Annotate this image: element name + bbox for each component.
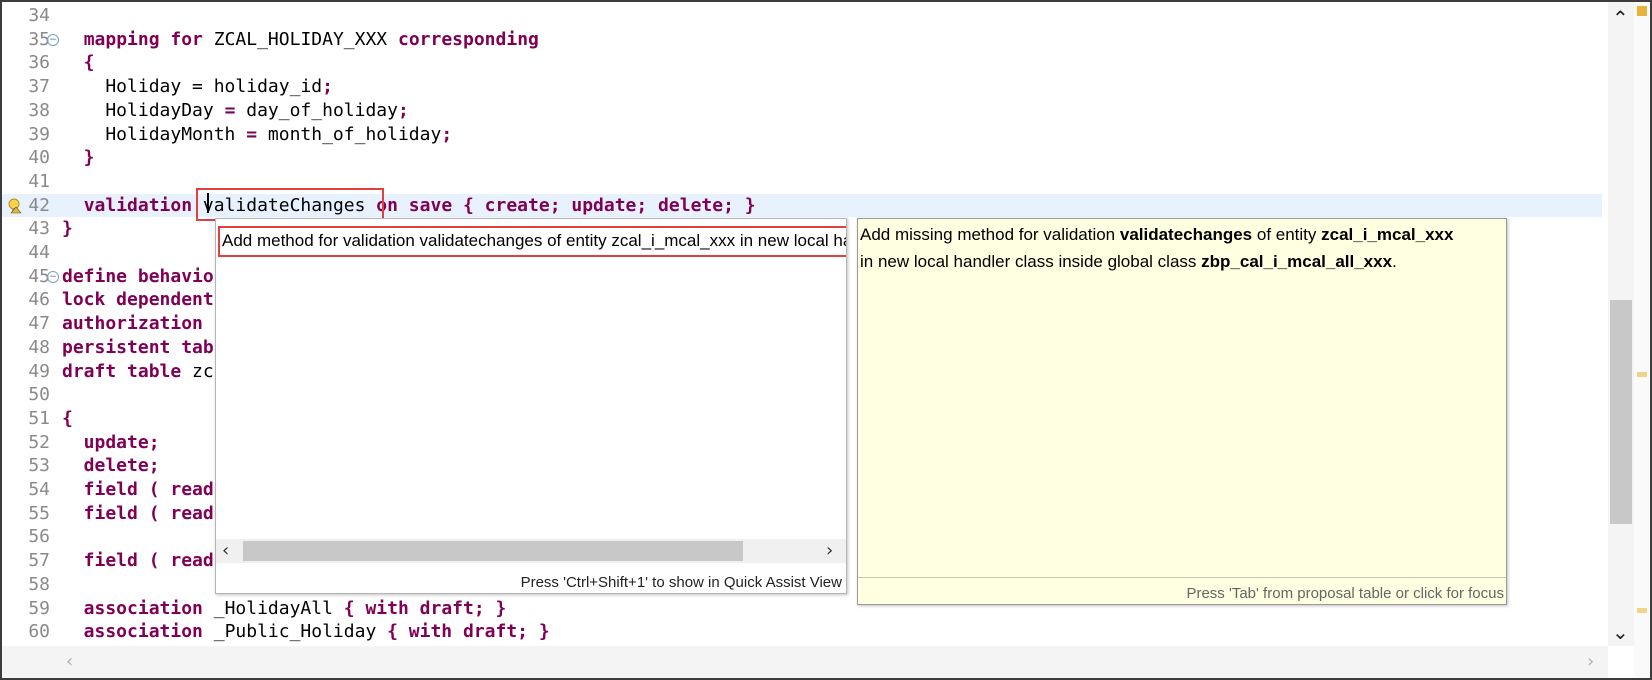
quick-fix-lightbulb-icon[interactable] — [8, 198, 22, 213]
line-number: 56 — [28, 526, 50, 548]
scroll-right-icon[interactable]: › — [826, 539, 833, 563]
proposal-info-popup[interactable]: Add missing method for validation valida… — [857, 218, 1507, 605]
code-line[interactable]: 40 } — [2, 146, 1602, 170]
line-number: 34 — [28, 5, 50, 26]
line-number: 50 — [28, 384, 50, 406]
proposals-horizontal-scrollbar[interactable]: ‹ › — [216, 539, 846, 563]
proposal-add-method[interactable]: Add method for validation validatechange… — [218, 226, 846, 257]
line-code: HolidayMonth = month_of_holiday; — [62, 123, 453, 145]
line-number: 47 — [28, 313, 50, 335]
fold-collapse-icon[interactable]: − — [47, 33, 59, 46]
line-number: 45 — [28, 265, 50, 287]
line-code: draft table zc — [62, 360, 214, 382]
line-number: 40 — [28, 147, 50, 169]
overview-mark[interactable] — [1637, 608, 1647, 613]
line-code: { — [62, 52, 95, 74]
abap-editor: 34 35− mapping for ZCAL_HOLIDAY_XXX corre… — [0, 0, 1652, 680]
line-code: persistent tab — [62, 336, 214, 358]
line-number: 43 — [28, 218, 50, 240]
line-code: } — [62, 147, 95, 169]
horizontal-scrollbar[interactable] — [60, 646, 1608, 678]
code-line[interactable]: 39 HolidayMonth = month_of_holiday; — [2, 123, 1602, 147]
line-code: mapping for ZCAL_HOLIDAY_XXX correspondi… — [83, 28, 539, 50]
line-number: 60 — [28, 621, 50, 643]
line-number: 54 — [28, 479, 50, 500]
line-number: 36 — [28, 52, 50, 74]
fold-collapse-icon[interactable]: − — [47, 270, 59, 283]
line-number: 58 — [28, 573, 50, 595]
text-caret — [207, 193, 209, 213]
line-number: 38 — [28, 99, 50, 121]
scroll-up-icon[interactable]: ⌃ — [1612, 6, 1629, 30]
proposals-status-text: Press 'Ctrl+Shift+1' to show in Quick As… — [520, 574, 842, 591]
line-number: 42 — [28, 194, 50, 216]
line-number: 53 — [28, 455, 50, 477]
line-code: } — [62, 218, 73, 240]
line-number: 35 — [28, 28, 50, 50]
line-number: 55 — [28, 502, 50, 524]
overview-mark[interactable] — [1637, 372, 1647, 377]
scroll-right-icon[interactable]: › — [1587, 651, 1594, 672]
scroll-left-icon[interactable]: ‹ — [66, 651, 73, 672]
line-number: 59 — [28, 597, 50, 619]
line-code: Holiday = holiday_id; — [62, 76, 333, 98]
line-number: 39 — [28, 123, 50, 145]
line-code: delete; — [62, 455, 160, 477]
line-number: 46 — [28, 289, 50, 311]
line-number: 49 — [28, 360, 50, 382]
line-number: 44 — [28, 242, 50, 263]
line-code: field ( read — [62, 502, 214, 524]
scroll-left-icon[interactable]: ‹ — [222, 539, 229, 563]
overview-ruler[interactable] — [1634, 2, 1650, 678]
code-line[interactable]: 60 association _Public_Holiday { with dr… — [2, 620, 1602, 644]
line-number: 48 — [28, 336, 50, 358]
line-number: 51 — [28, 407, 50, 429]
line-code: association _Public_Holiday { with draft… — [62, 621, 550, 643]
line-code: field ( read — [62, 479, 214, 500]
line-code: validation validateChanges on save { cre… — [83, 194, 756, 216]
proposals-scroll-thumb[interactable] — [243, 541, 743, 561]
line-number: 52 — [28, 431, 50, 453]
proposal-description: Add missing method for validation valida… — [860, 225, 1454, 271]
line-number: 41 — [28, 170, 50, 192]
line-number: 37 — [28, 76, 50, 98]
line-code: HolidayDay = day_of_holiday; — [62, 99, 409, 121]
code-line[interactable]: 35− mapping for ZCAL_HOLIDAY_XXX corresp… — [2, 28, 1602, 52]
line-number: 57 — [28, 550, 50, 572]
code-line[interactable]: 34 — [2, 4, 1602, 28]
vertical-scroll-thumb[interactable] — [1610, 300, 1632, 524]
line-code: lock dependent — [62, 289, 214, 311]
code-line[interactable]: 38 HolidayDay = day_of_holiday; — [2, 99, 1602, 123]
info-separator — [858, 577, 1506, 578]
code-line[interactable]: 37 Holiday = holiday_id; — [2, 75, 1602, 99]
line-code: { — [62, 407, 73, 429]
quick-fix-proposals-popup: Add method for validation validatechange… — [215, 218, 847, 594]
gutter-bottom — [2, 646, 60, 678]
scroll-down-icon[interactable]: ⌄ — [1612, 620, 1629, 644]
line-code: define behavio — [62, 265, 214, 287]
code-line[interactable]: 36 { — [2, 51, 1602, 75]
line-code: field ( read — [62, 550, 214, 572]
line-code: update; — [62, 431, 160, 453]
line-code: authorization — [62, 313, 214, 335]
warning-marker-icon[interactable] — [1637, 6, 1647, 16]
info-status-text: Press 'Tab' from proposal table or click… — [1186, 585, 1504, 602]
line-code: association _HolidayAll { with draft; } — [62, 597, 507, 619]
validate-changes-highlight — [196, 188, 384, 221]
